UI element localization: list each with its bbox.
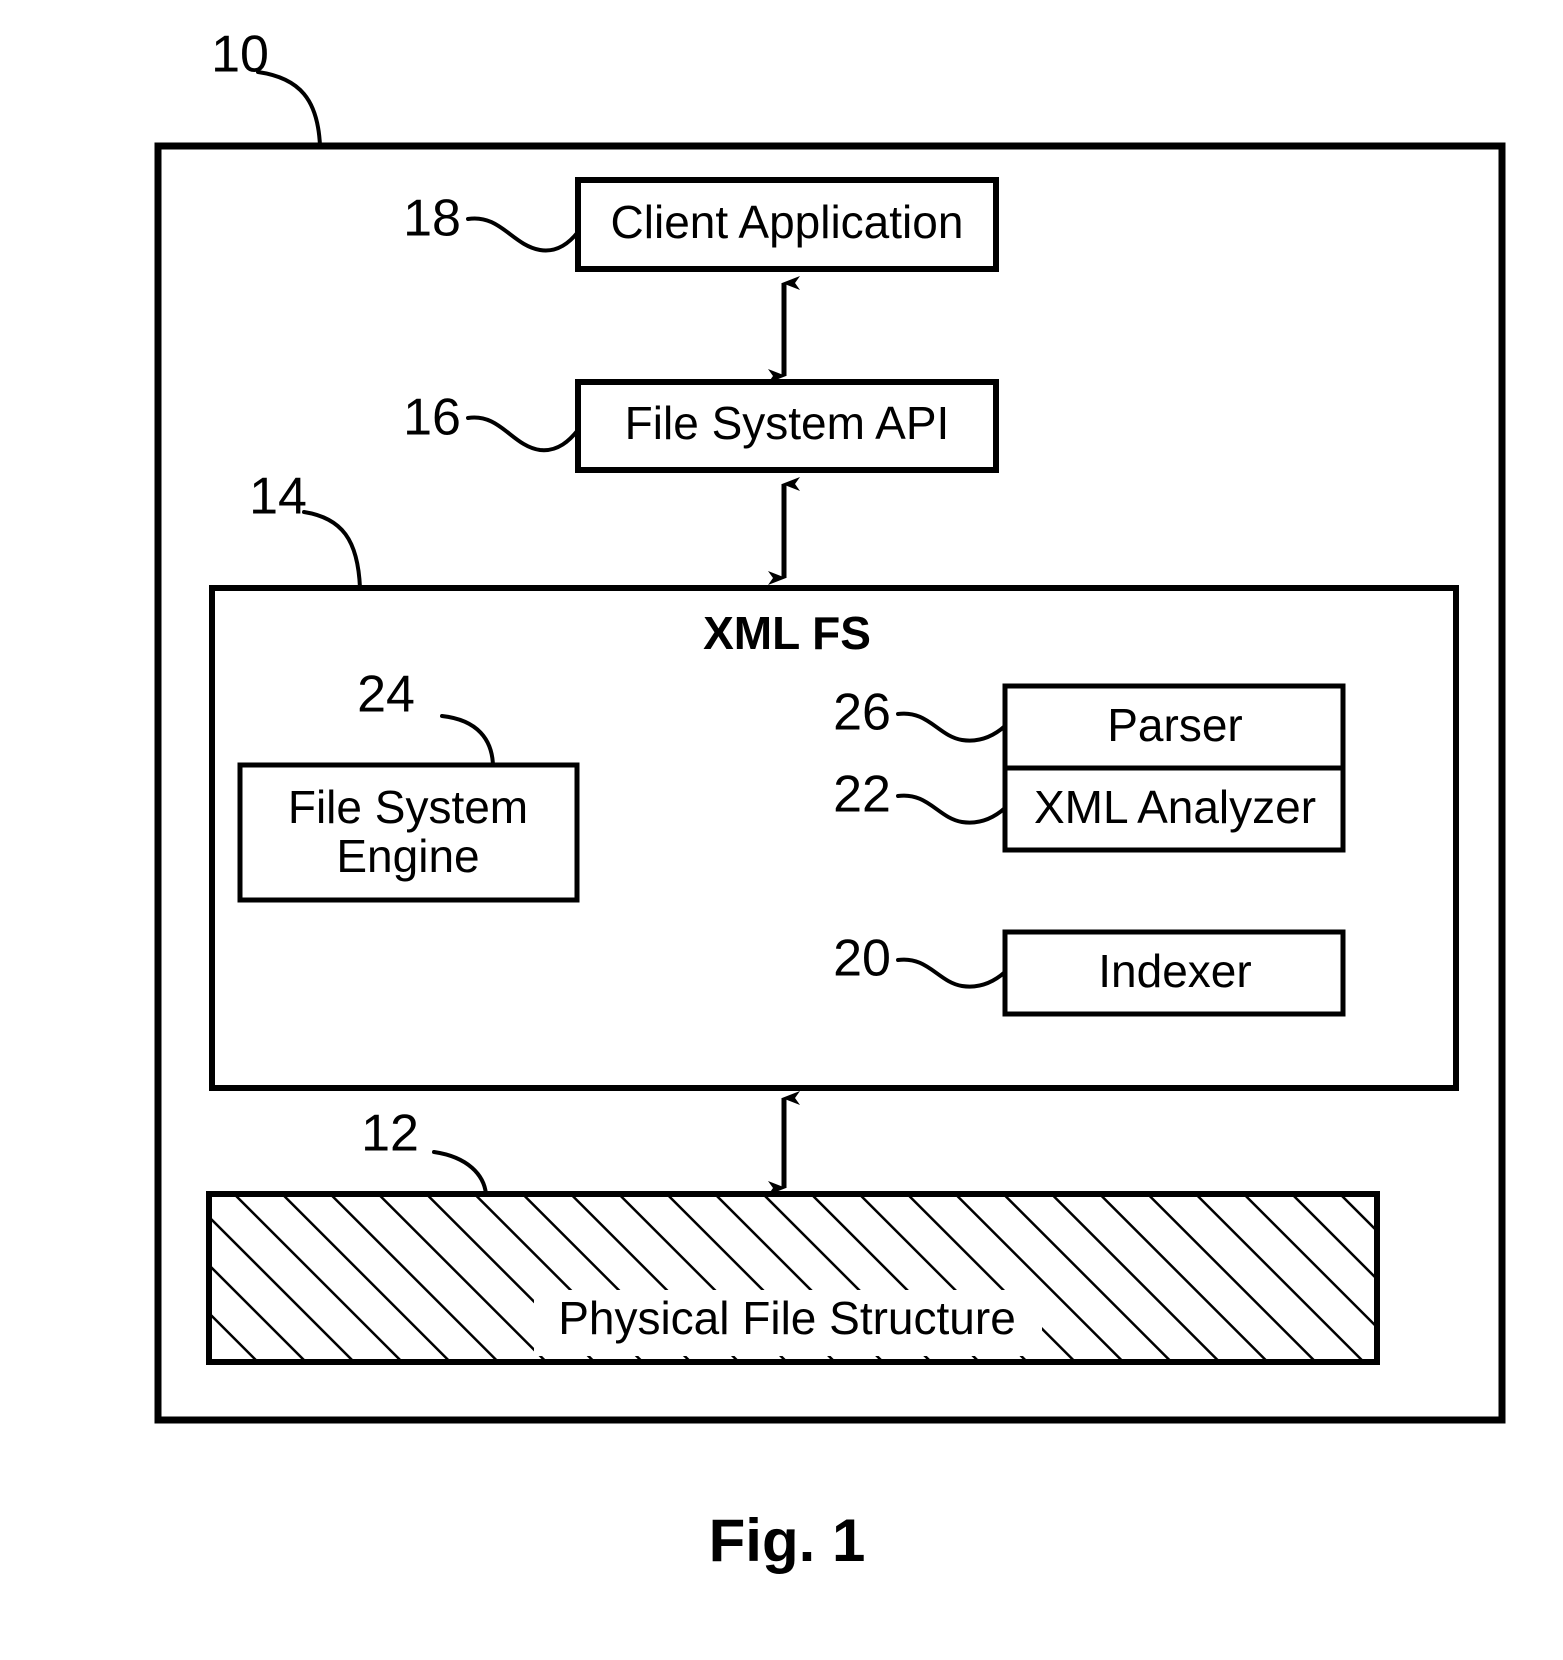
- patent-figure-1: 10 Client Application 18 File System API…: [154, 26, 1506, 1574]
- figure-caption: Fig. 1: [709, 1507, 866, 1574]
- xml-fs-title: XML FS: [703, 607, 871, 659]
- ref-number-indexer: 20: [833, 930, 891, 988]
- leader-line-file-system-api: [466, 415, 580, 453]
- leader-line-physical-file-structure: [432, 1150, 488, 1196]
- parser-label: Parser: [1107, 699, 1242, 751]
- ref-number-parser: 26: [833, 684, 891, 742]
- file-system-engine-label-line2: Engine: [336, 830, 479, 882]
- xml-analyzer-label: XML Analyzer: [1034, 781, 1316, 833]
- ref-number-physical-file-structure: 12: [361, 1105, 419, 1163]
- ref-number-xml-analyzer: 22: [833, 766, 891, 824]
- ref-number-system: 10: [211, 26, 269, 84]
- indexer-label: Indexer: [1098, 945, 1251, 997]
- figure-page: 10 Client Application 18 File System API…: [0, 0, 1563, 1660]
- ref-number-file-system-engine: 24: [357, 666, 415, 724]
- ref-number-file-system-api: 16: [403, 389, 461, 447]
- file-system-api-label: File System API: [625, 397, 950, 449]
- file-system-engine-label-line1: File System: [288, 781, 528, 833]
- ref-number-xml-fs: 14: [249, 468, 307, 526]
- ref-number-client-application: 18: [403, 190, 461, 248]
- leader-line-xml-fs: [302, 510, 362, 590]
- client-application-label: Client Application: [611, 196, 964, 248]
- leader-line-client-application: [466, 216, 580, 253]
- physical-file-structure-label: Physical File Structure: [558, 1292, 1016, 1344]
